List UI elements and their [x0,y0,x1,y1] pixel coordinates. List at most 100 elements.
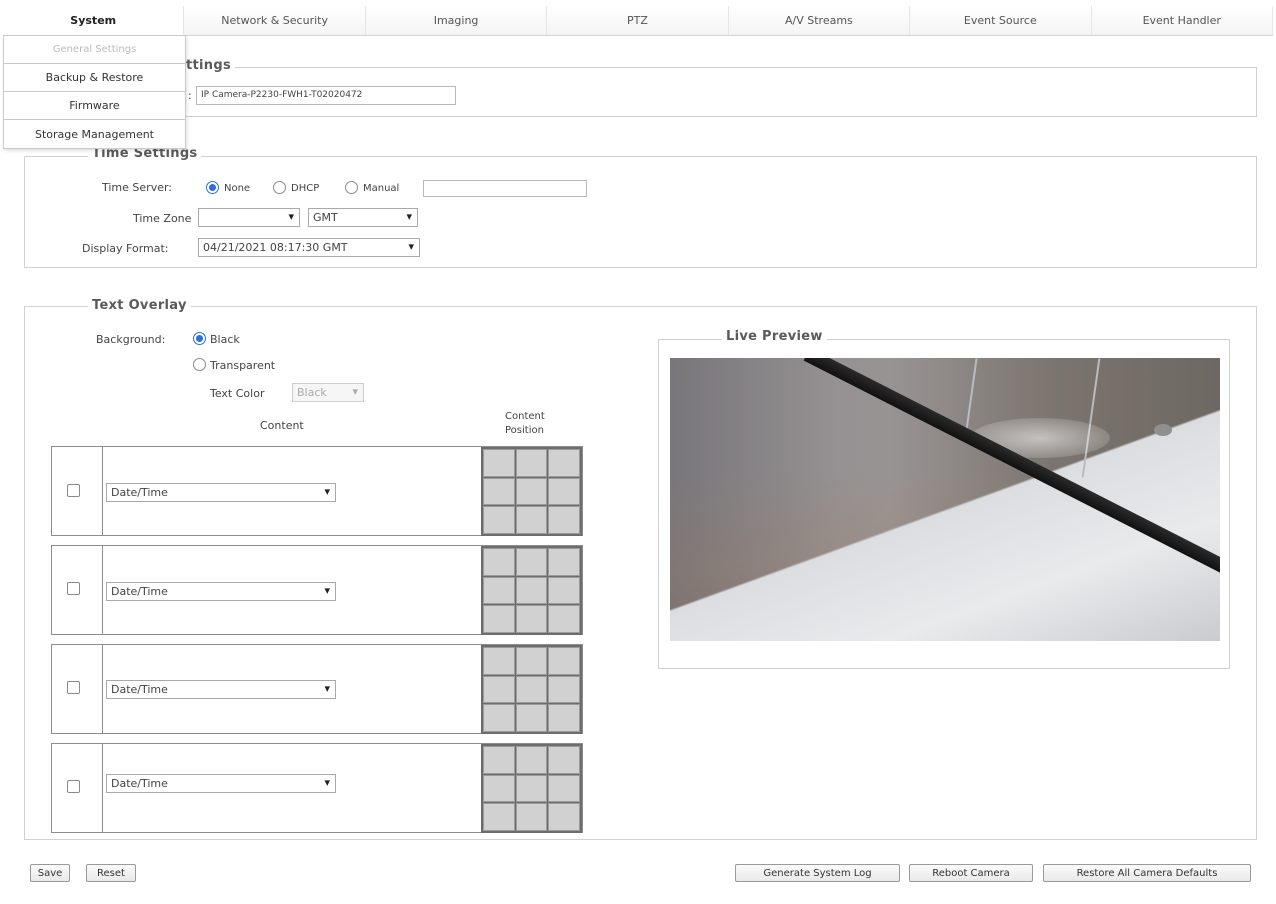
position-cell[interactable] [483,506,515,534]
time-server-none-radio[interactable] [206,181,219,194]
time-server-dhcp-radio[interactable] [273,181,286,194]
tab-av-streams[interactable]: A/V Streams [728,6,911,35]
overlay-row-1-content-value: Date/Time [111,486,168,499]
preview-ceiling [670,358,1220,641]
position-cell[interactable] [483,774,515,803]
position-cell[interactable] [515,746,548,774]
display-format-select[interactable]: 04/21/2021 08:17:30 GMT ▾ [198,238,420,257]
position-cell[interactable] [548,605,580,633]
overlay-row-1-checkbox[interactable] [67,484,80,497]
overlay-row-4-content-select[interactable]: Date/Time ▾ [106,774,336,793]
position-cell[interactable] [515,449,548,477]
generate-system-log-button[interactable]: Generate System Log [735,864,900,882]
position-cell[interactable] [515,506,548,534]
position-cell[interactable] [483,803,515,831]
position-cell[interactable] [483,647,515,675]
position-column-header-line2: Position [505,425,544,436]
time-server-label: Time Server: [102,181,173,194]
reset-button[interactable]: Reset [86,864,136,882]
row-divider [102,447,103,535]
tab-system[interactable]: System [3,6,185,35]
text-color-select[interactable]: Black ▾ [292,383,364,402]
time-zone-select[interactable]: ▾ [198,208,300,227]
position-cell[interactable] [515,576,548,605]
background-black-radio[interactable] [193,332,206,345]
submenu-item-firmware[interactable]: Firmware [4,92,185,120]
row-divider [102,645,103,733]
position-cell[interactable] [483,477,515,506]
position-cell[interactable] [515,605,548,633]
chevron-down-icon: ▾ [288,210,294,223]
submenu-item-storage-management[interactable]: Storage Management [4,120,185,148]
camera-name-label: : [188,89,192,102]
position-cell[interactable] [548,576,580,605]
tab-network-security[interactable]: Network & Security [184,6,366,35]
display-format-label: Display Format: [82,242,169,255]
position-cell[interactable] [515,675,548,704]
position-cell[interactable] [515,774,548,803]
overlay-row-4-position-grid[interactable] [481,744,582,833]
tab-event-source[interactable]: Event Source [910,6,1092,35]
overlay-row-3-content-select[interactable]: Date/Time ▾ [106,680,336,699]
position-cell[interactable] [548,506,580,534]
position-cell[interactable] [548,647,580,675]
tab-ptz[interactable]: PTZ [547,6,729,35]
overlay-row-4-content-value: Date/Time [111,777,168,790]
position-cell[interactable] [548,449,580,477]
tab-event-handler[interactable]: Event Handler [1091,6,1273,35]
position-cell[interactable] [548,704,580,732]
overlay-row-3-position-grid[interactable] [481,645,582,734]
position-cell[interactable] [483,449,515,477]
row-divider [102,744,103,832]
position-cell[interactable] [515,647,548,675]
device-settings-legend: ttings [182,58,235,73]
overlay-row-2-content-value: Date/Time [111,585,168,598]
position-cell[interactable] [548,477,580,506]
position-cell[interactable] [548,548,580,576]
position-cell[interactable] [548,675,580,704]
overlay-row-2-position-grid[interactable] [481,546,582,635]
position-cell[interactable] [515,548,548,576]
restore-defaults-button[interactable]: Restore All Camera Defaults [1043,864,1251,882]
submenu-item-general-settings[interactable]: General Settings [4,36,185,64]
time-server-dhcp-label: DHCP [291,183,320,194]
reboot-camera-button[interactable]: Reboot Camera [909,864,1033,882]
position-cell[interactable] [483,605,515,633]
content-column-header: Content [260,419,304,432]
chevron-down-icon: ▾ [324,584,330,597]
background-black-label: Black [210,333,240,346]
position-cell[interactable] [548,746,580,774]
position-cell[interactable] [483,675,515,704]
position-cell[interactable] [483,576,515,605]
overlay-row-4-checkbox[interactable] [67,780,80,793]
live-preview-legend: Live Preview [722,329,827,344]
position-cell[interactable] [548,774,580,803]
time-server-manual-radio[interactable] [345,181,358,194]
background-transparent-radio[interactable] [193,358,206,371]
overlay-row-3-checkbox[interactable] [67,681,80,694]
manual-time-server-input[interactable] [423,180,587,197]
position-cell[interactable] [483,548,515,576]
save-button[interactable]: Save [30,864,70,882]
position-cell[interactable] [483,746,515,774]
system-submenu: General Settings Backup & Restore Firmwa… [3,35,186,149]
position-cell[interactable] [515,704,548,732]
tab-imaging[interactable]: Imaging [365,6,548,35]
submenu-item-backup-restore[interactable]: Backup & Restore [4,64,185,92]
overlay-row-2-content-select[interactable]: Date/Time ▾ [106,582,336,601]
overlay-row-2-checkbox[interactable] [67,582,80,595]
camera-name-input[interactable]: IP Camera-P2230-FWH1-T02020472 [196,86,456,105]
position-column-header-line1: Content [505,411,545,422]
chevron-down-icon: ▾ [352,385,358,398]
position-cell[interactable] [548,803,580,831]
position-cell[interactable] [483,704,515,732]
position-cell[interactable] [515,803,548,831]
overlay-row-1-position-grid[interactable] [481,447,582,536]
gmt-select[interactable]: GMT ▾ [308,208,418,227]
position-cell[interactable] [515,477,548,506]
chevron-down-icon: ▾ [406,210,412,223]
text-color-value: Black [297,386,327,399]
row-divider [102,546,103,634]
overlay-row-1-content-select[interactable]: Date/Time ▾ [106,483,336,502]
background-transparent-label: Transparent [210,359,276,372]
